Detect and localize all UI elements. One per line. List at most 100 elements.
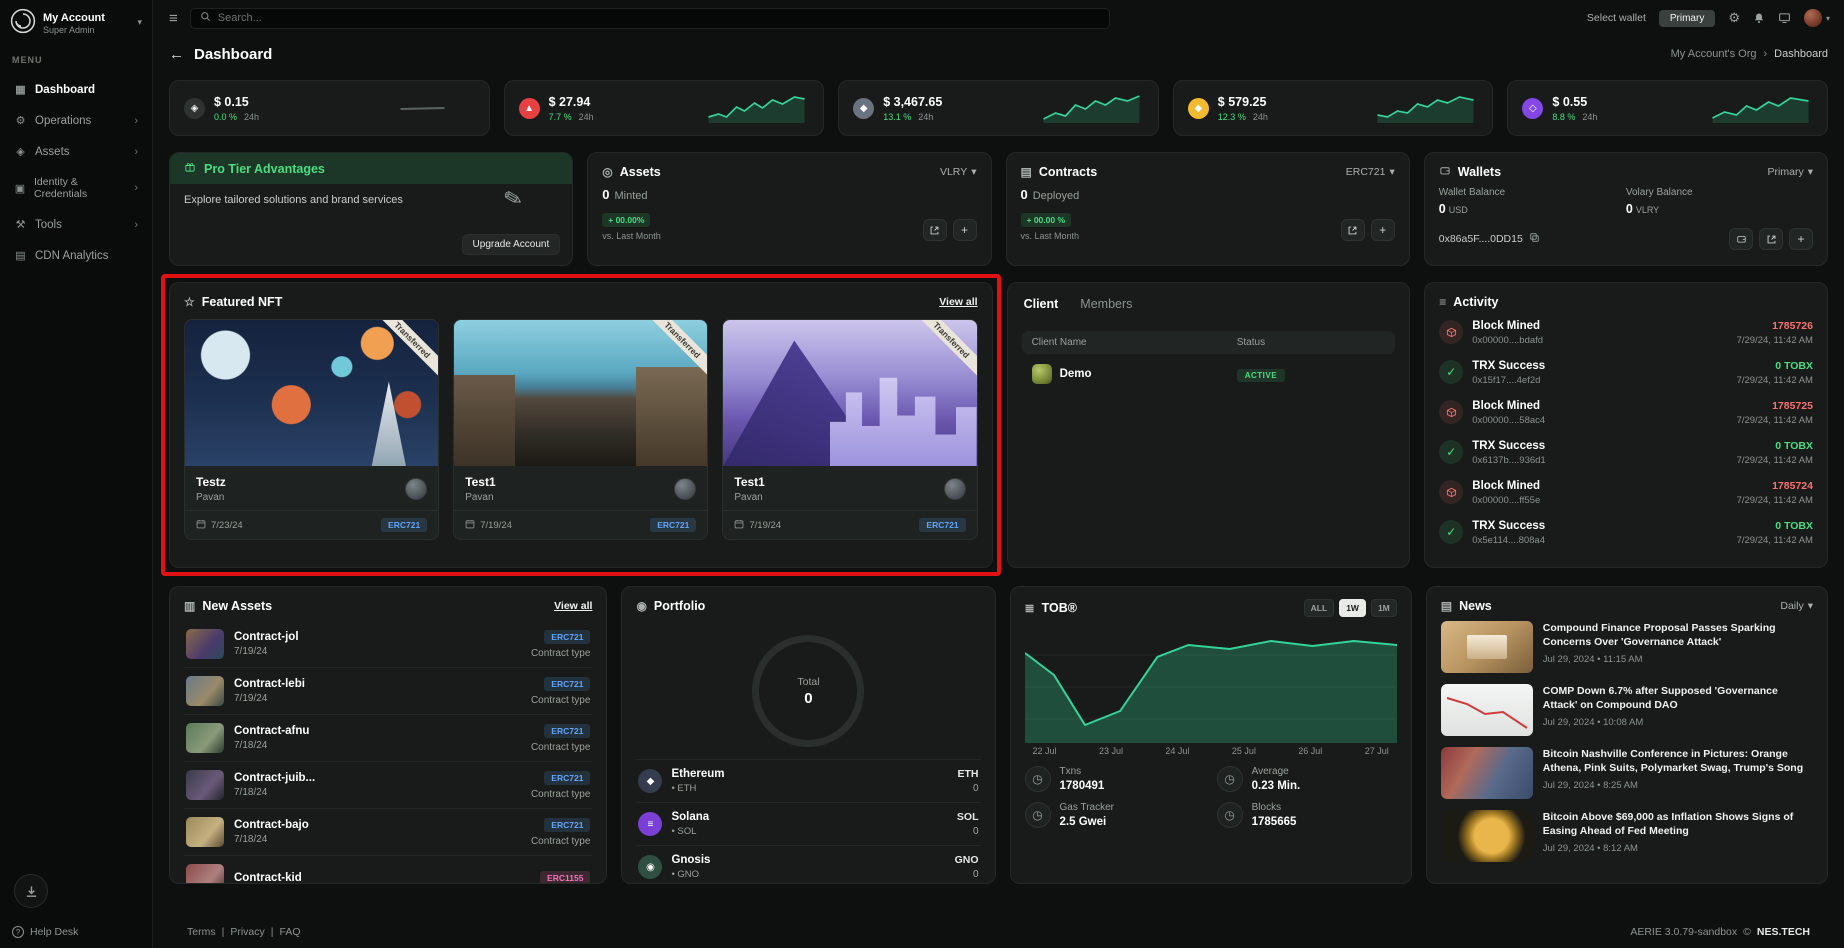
nft-card[interactable]: Transferred Testz Pavan: [184, 319, 439, 540]
block-cube-icon: [1439, 400, 1463, 424]
tab-members[interactable]: Members: [1080, 297, 1132, 311]
token-change: 0.0 %: [214, 112, 237, 122]
sidebar-item-dashboard[interactable]: ▦ Dashboard: [10, 75, 142, 104]
asset-row[interactable]: Contract-jol7/19/24 ERC721Contract type: [184, 621, 592, 668]
pro-tier-description: Explore tailored solutions and brand ser…: [184, 194, 403, 255]
assets-export-button[interactable]: [923, 219, 947, 241]
settings-gear-icon[interactable]: ⚙: [1728, 10, 1740, 26]
assets-token-selector[interactable]: VLRY▾: [940, 166, 977, 178]
news-frequency-selector[interactable]: Daily▾: [1780, 600, 1813, 612]
search-bar[interactable]: [190, 8, 1110, 29]
page-title: Dashboard: [194, 46, 272, 63]
token-stat-card[interactable]: ◆ $ 579.25 12.3 %24h: [1173, 80, 1494, 136]
contracts-add-button[interactable]: +: [1371, 219, 1395, 241]
portfolio-row[interactable]: ≡ Solana• SOL SOL0: [636, 802, 980, 845]
range-1m-button[interactable]: 1M: [1371, 599, 1397, 617]
range-1w-button[interactable]: 1W: [1339, 599, 1366, 617]
footer-terms-link[interactable]: Terms: [187, 926, 216, 938]
assets-diamond-icon: ◈: [14, 145, 27, 158]
range-all-button[interactable]: ALL: [1304, 599, 1335, 617]
activity-value: 1785726: [1737, 320, 1813, 332]
featured-nft-title: Featured NFT: [202, 295, 283, 309]
assets-change-label: vs. Last Month: [602, 231, 661, 241]
contracts-export-button[interactable]: [1341, 219, 1365, 241]
news-thumbnail: [1441, 621, 1533, 673]
notifications-bell-icon[interactable]: [1753, 12, 1765, 24]
client-table-row[interactable]: Demo ACTIVE: [1022, 354, 1396, 394]
display-monitor-icon[interactable]: [1778, 12, 1791, 24]
news-item[interactable]: Bitcoin Above $69,000 as Inflation Shows…: [1441, 810, 1813, 862]
sidebar-item-cdn-analytics[interactable]: ▤ CDN Analytics: [10, 241, 142, 270]
featured-nft-card: ☆Featured NFT View all Transferred T: [169, 282, 993, 568]
sidebar-item-operations[interactable]: ⚙ Operations ›: [10, 106, 142, 135]
activity-item[interactable]: ✓ TRX Success0x6137b....936d1 0 TOBX7/29…: [1439, 433, 1813, 473]
asset-row[interactable]: Contract-juib...7/18/24 ERC721Contract t…: [184, 762, 592, 809]
nft-creator: Pavan: [196, 492, 226, 503]
menu-toggle-icon[interactable]: ≡: [169, 10, 178, 27]
asset-row[interactable]: Contract-kid ERC1155: [184, 856, 592, 884]
new-assets-card: ▥New Assets View all Contract-jol7/19/24…: [169, 586, 607, 884]
nft-creator-avatar: [405, 478, 427, 500]
nft-card[interactable]: Transferred Test1 Pavan: [722, 319, 977, 540]
copy-address-icon[interactable]: [1529, 232, 1540, 246]
token-stat-card[interactable]: ◆ $ 3,467.65 13.1 %24h: [838, 80, 1159, 136]
portfolio-row[interactable]: ◉ Gnosis• GNO GNO0: [636, 845, 980, 884]
asset-type: Contract type: [531, 648, 590, 659]
search-input[interactable]: [218, 12, 1100, 24]
portfolio-ticker: ETH: [958, 768, 979, 780]
portfolio-value: 0: [955, 869, 979, 880]
breadcrumb-separator: ›: [1764, 48, 1768, 60]
sparkline-chart: [704, 93, 809, 123]
sidebar-item-assets[interactable]: ◈ Assets ›: [10, 137, 142, 166]
wallet-primary-button[interactable]: Primary: [1659, 10, 1715, 27]
account-switcher[interactable]: My Account Super Admin ▾: [10, 8, 142, 37]
activity-item[interactable]: ✓ TRX Success0x15f17....4ef2d 0 TOBX7/29…: [1439, 353, 1813, 393]
contracts-change-label: vs. Last Month: [1021, 231, 1080, 241]
nft-card[interactable]: Transferred Test1 Pavan: [453, 319, 708, 540]
asset-row[interactable]: Contract-lebi7/19/24 ERC721Contract type: [184, 668, 592, 715]
token-stat-card[interactable]: ◈ $ 0.15 0.0 %24h: [169, 80, 490, 136]
tools-wrench-icon: ⚒: [14, 218, 27, 231]
wallet-export-button[interactable]: [1759, 228, 1783, 250]
news-item[interactable]: Compound Finance Proposal Passes Sparkin…: [1441, 621, 1813, 673]
featured-nft-view-all-link[interactable]: View all: [939, 296, 977, 308]
token-stat-card[interactable]: ◇ $ 0.55 8.8 %24h: [1507, 80, 1828, 136]
nft-image: Transferred: [723, 320, 976, 466]
help-desk-link[interactable]: ? Help Desk: [10, 926, 142, 938]
ethereum-icon: ◆: [638, 769, 662, 793]
sparkline-chart: [1039, 93, 1144, 123]
contracts-type-selector[interactable]: ERC721▾: [1346, 166, 1395, 178]
nft-standard-badge: ERC721: [919, 518, 965, 532]
portfolio-row[interactable]: ◆ Ethereum• ETH ETH0: [636, 759, 980, 802]
nft-standard-badge: ERC721: [381, 518, 427, 532]
breadcrumb-org-link[interactable]: My Account's Org: [1671, 48, 1757, 60]
activity-item[interactable]: Block Mined0x00000....ff55e 17857247/29/…: [1439, 473, 1813, 513]
activity-item[interactable]: Block Mined0x00000....58ac4 17857257/29/…: [1439, 393, 1813, 433]
news-item[interactable]: COMP Down 6.7% after Supposed 'Governanc…: [1441, 684, 1813, 736]
upgrade-account-button[interactable]: Upgrade Account: [462, 234, 561, 255]
tab-client[interactable]: Client: [1024, 297, 1059, 311]
activity-date: 7/29/24, 11:42 AM: [1737, 455, 1813, 466]
asset-row[interactable]: Contract-afnu7/18/24 ERC721Contract type: [184, 715, 592, 762]
back-arrow-icon[interactable]: ←: [169, 46, 184, 63]
assets-add-button[interactable]: +: [953, 219, 977, 241]
activity-item[interactable]: ✓ TRX Success0x5e114....808a4 0 TOBX7/29…: [1439, 513, 1813, 553]
footer-faq-link[interactable]: FAQ: [280, 926, 301, 938]
footer-privacy-link[interactable]: Privacy: [230, 926, 264, 938]
token-stat-card[interactable]: ▲ $ 27.94 7.7 %24h: [504, 80, 825, 136]
asset-name: Contract-afnu: [234, 725, 521, 737]
wallets-selector[interactable]: Primary▾: [1768, 166, 1813, 178]
asset-row[interactable]: Contract-bajo7/18/24 ERC721Contract type: [184, 809, 592, 856]
activity-item[interactable]: Block Mined0x00000....bdafd 17857267/29/…: [1439, 313, 1813, 353]
new-assets-view-all-link[interactable]: View all: [554, 600, 592, 612]
wallet-add-button[interactable]: +: [1789, 228, 1813, 250]
sidebar-item-identity-credentials[interactable]: ▣ Identity & Credentials ›: [10, 168, 142, 208]
user-avatar-menu[interactable]: ▾: [1804, 9, 1830, 27]
sidebar-item-label: Assets: [35, 146, 70, 158]
transferred-ribbon: Transferred: [372, 320, 439, 381]
download-button[interactable]: [14, 874, 48, 908]
sidebar-item-tools[interactable]: ⚒ Tools ›: [10, 210, 142, 239]
wallet-manage-button[interactable]: [1729, 228, 1753, 250]
asset-standard-badge: ERC721: [544, 724, 590, 738]
news-item[interactable]: Bitcoin Nashville Conference in Pictures…: [1441, 747, 1813, 799]
